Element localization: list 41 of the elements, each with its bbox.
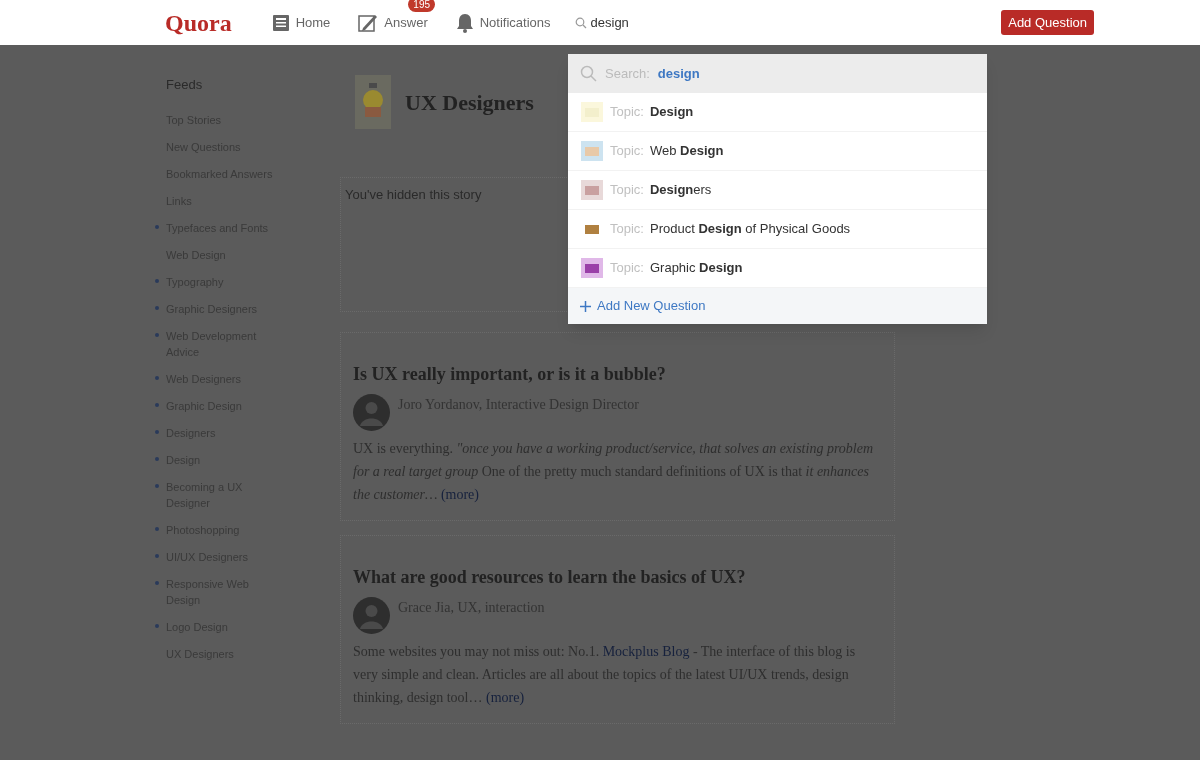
logo[interactable]: Quora [165, 4, 232, 41]
pencil-icon [358, 12, 379, 33]
nav-link[interactable]: Notifications [455, 12, 551, 33]
result-type-label: Topic: [610, 220, 644, 239]
topic-name: Design [649, 103, 694, 122]
avatar-icon [353, 394, 390, 431]
plus-icon [580, 300, 591, 312]
text-link[interactable]: Mockplus Blog [602, 644, 690, 659]
topic-name: Graphic Design [649, 259, 743, 278]
avatar-icon [353, 597, 390, 634]
topic-thumbnail-icon [580, 256, 604, 280]
nav-link[interactable]: Home [271, 12, 331, 33]
feed-title: UX Designers [405, 88, 534, 117]
nav-link[interactable]: Answer [358, 12, 428, 33]
add-question-button[interactable]: Add Question [1001, 10, 1094, 35]
bell-icon [455, 12, 474, 33]
topic-name: Web Design [649, 142, 724, 161]
text-link[interactable]: (more) [486, 690, 525, 705]
topic-thumbnail-icon [580, 100, 604, 124]
result-type-label: Topic: [610, 259, 644, 278]
question-title[interactable]: Is UX really important, or is it a bubble? [353, 361, 882, 388]
search-query: design [657, 64, 700, 83]
add-new-question-link[interactable]: Add New Question [568, 288, 987, 324]
newspaper-icon [271, 13, 290, 32]
topic-name: Designers [649, 181, 712, 200]
topic-suggestion[interactable]: Topic: Design [568, 93, 987, 132]
topic-suggestion[interactable]: Topic: Product Design of Physical Goods [568, 210, 987, 249]
search-icon [580, 65, 597, 82]
topic-thumbnail-icon [580, 139, 604, 163]
search-icon [574, 16, 587, 29]
result-type-label: Topic: [610, 142, 644, 161]
result-type-label: Topic: [610, 181, 644, 200]
notification-count: 195 [408, 0, 436, 12]
topic-name: Product Design of Physical Goods [649, 220, 851, 239]
topic-suggestion[interactable]: Topic: Designers [568, 171, 987, 210]
search-field[interactable]: design [574, 12, 955, 33]
question-title[interactable]: What are good resources to learn the basics of UX? [353, 564, 882, 591]
topic-thumbnail-icon [580, 178, 604, 202]
topic-suggestion[interactable]: Topic: Web Design [568, 132, 987, 171]
result-type-label: Topic: [610, 103, 644, 122]
text-link[interactable]: (more) [440, 487, 479, 502]
